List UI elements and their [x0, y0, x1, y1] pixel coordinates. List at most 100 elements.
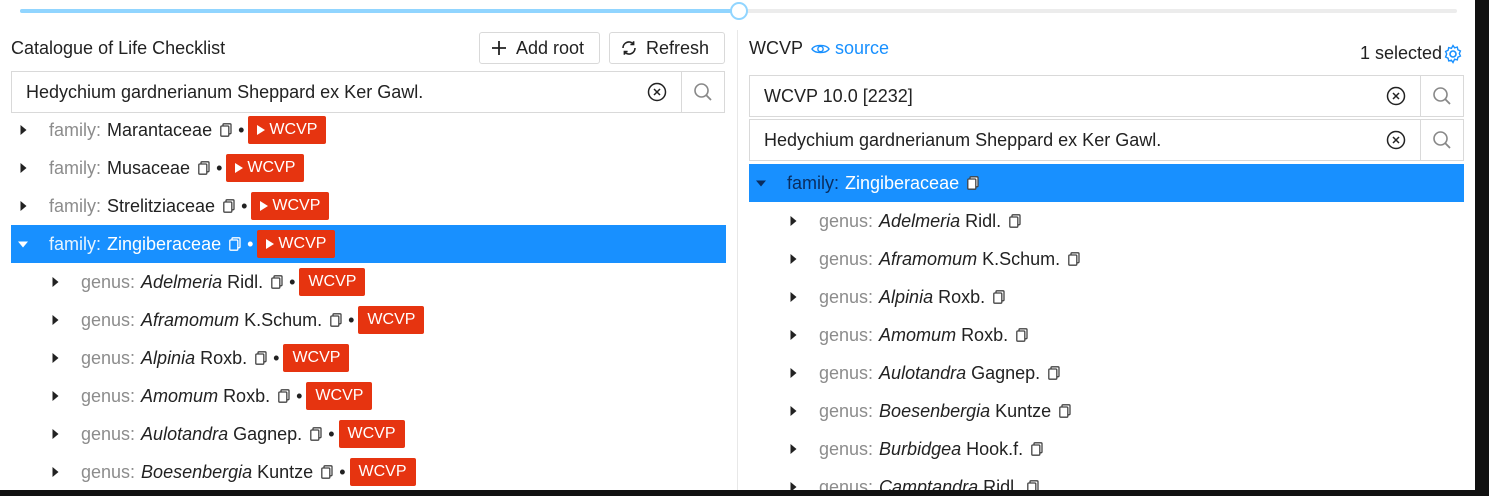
wcvp-tag[interactable]: WCVP [248, 116, 327, 144]
copy-icon[interactable] [271, 275, 283, 289]
wcvp-tag[interactable]: WCVP [283, 344, 350, 372]
plus-icon [492, 41, 506, 55]
copy-icon[interactable] [1059, 404, 1071, 418]
copy-icon[interactable] [330, 313, 342, 327]
left-search-input[interactable]: Hedychium gardnerianum Sheppard ex Ker G… [12, 72, 681, 112]
tree-row[interactable]: genus: Aframomum K.Schum. • WCVP [11, 301, 726, 339]
wcvp-tag[interactable]: WCVP [306, 382, 373, 410]
caret-right-icon[interactable] [49, 466, 61, 478]
copy-icon[interactable] [993, 290, 1005, 304]
tree-row[interactable]: family: Zingiberaceae • WCVP [11, 225, 726, 263]
play-icon [235, 163, 244, 173]
tree-row[interactable]: genus: Alpinia Roxb. • WCVP [11, 339, 726, 377]
caret-right-icon[interactable] [49, 352, 61, 364]
tree-row[interactable]: family: Marantaceae • WCVP [11, 111, 726, 149]
source-link[interactable]: source [811, 38, 889, 59]
separator-dot: • [238, 119, 245, 140]
split-slider[interactable] [20, 2, 1457, 20]
caret-right-icon[interactable] [17, 124, 29, 136]
slider-handle[interactable] [729, 2, 748, 20]
clear-icon[interactable] [1386, 86, 1406, 106]
taxon-author: Roxb. [223, 385, 271, 406]
copy-icon[interactable] [255, 351, 267, 365]
caret-right-icon[interactable] [787, 329, 799, 341]
separator-dot: • [247, 233, 254, 254]
right-search-button[interactable] [1420, 120, 1463, 160]
taxon-name: Amomum [879, 324, 957, 345]
copy-icon[interactable] [1009, 214, 1021, 228]
tree-row[interactable]: genus: Boesenbergia Kuntze [749, 392, 1464, 430]
tree-row[interactable]: genus: Aframomum K.Schum. [749, 240, 1464, 278]
caret-right-icon[interactable] [787, 291, 799, 303]
play-icon [260, 201, 269, 211]
copy-icon[interactable] [1048, 366, 1060, 380]
caret-down-icon[interactable] [755, 177, 767, 189]
tree-row[interactable]: genus: Alpinia Roxb. [749, 278, 1464, 316]
tree-row[interactable]: genus: Aulotandra Gagnep. • WCVP [11, 415, 726, 453]
copy-icon[interactable] [198, 161, 210, 175]
gear-icon[interactable] [1443, 44, 1463, 64]
play-icon [257, 125, 266, 135]
caret-right-icon[interactable] [49, 428, 61, 440]
tree-row[interactable]: genus: Aulotandra Gagnep. [749, 354, 1464, 392]
caret-right-icon[interactable] [17, 162, 29, 174]
refresh-button[interactable]: Refresh [609, 32, 725, 64]
copy-icon[interactable] [310, 427, 322, 441]
copy-icon[interactable] [967, 176, 979, 190]
taxon-name: Zingiberaceae [845, 172, 960, 193]
wcvp-tag[interactable]: WCVP [338, 420, 405, 448]
dataset-input[interactable]: WCVP 10.0 [2232] [750, 76, 1420, 116]
caret-right-icon[interactable] [787, 443, 799, 455]
rank-label: genus: [81, 309, 136, 330]
copy-icon[interactable] [321, 465, 333, 479]
left-tree: family: Marantaceae • WCVP family: Musaceae • W… [11, 111, 726, 496]
wcvp-tag[interactable]: WCVP [257, 230, 336, 258]
dataset-search-button[interactable] [1420, 76, 1463, 116]
add-root-button[interactable]: Add root [479, 32, 600, 64]
tree-row[interactable]: family: Strelitziaceae • WCVP [11, 187, 726, 225]
tree-row[interactable]: genus: Amomum Roxb. • WCVP [11, 377, 726, 415]
wcvp-tag[interactable]: WCVP [251, 192, 330, 220]
taxon-name: Strelitziaceae [107, 195, 216, 216]
caret-right-icon[interactable] [49, 276, 61, 288]
caret-down-icon[interactable] [17, 238, 29, 250]
right-search-box: Hedychium gardnerianum Sheppard ex Ker G… [749, 119, 1464, 161]
caret-right-icon[interactable] [17, 200, 29, 212]
dataset-select-box: WCVP 10.0 [2232] [749, 75, 1464, 117]
caret-right-icon[interactable] [49, 390, 61, 402]
wcvp-tag[interactable]: WCVP [226, 154, 305, 182]
copy-icon[interactable] [1016, 328, 1028, 342]
clear-icon[interactable] [647, 82, 667, 102]
clear-icon[interactable] [1386, 130, 1406, 150]
caret-right-icon[interactable] [787, 367, 799, 379]
tree-row[interactable]: genus: Burbidgea Hook.f. [749, 430, 1464, 468]
caret-right-icon[interactable] [787, 215, 799, 227]
taxon-author: Kuntze [995, 400, 1052, 421]
eye-icon [811, 44, 830, 53]
caret-right-icon[interactable] [49, 314, 61, 326]
wcvp-tag[interactable]: WCVP [299, 268, 366, 296]
copy-icon[interactable] [1068, 252, 1080, 266]
caret-right-icon[interactable] [787, 253, 799, 265]
tree-row[interactable]: genus: Boesenbergia Kuntze • WCVP [11, 453, 726, 491]
wcvp-tag[interactable]: WCVP [349, 458, 416, 486]
left-search-button[interactable] [681, 72, 724, 112]
window-edge-bottom [0, 490, 1489, 496]
tree-row[interactable]: genus: Adelmeria Ridl. [749, 202, 1464, 240]
rank-label: genus: [81, 347, 136, 368]
right-tree: family: Zingiberaceae genus: Adelmeria Ridl.… [749, 164, 1464, 496]
wcvp-tag[interactable]: WCVP [358, 306, 425, 334]
copy-icon[interactable] [229, 237, 241, 251]
right-search-input[interactable]: Hedychium gardnerianum Sheppard ex Ker G… [750, 120, 1420, 160]
copy-icon[interactable] [220, 123, 232, 137]
copy-icon[interactable] [1031, 442, 1043, 456]
caret-right-icon[interactable] [787, 405, 799, 417]
tree-row[interactable]: genus: Amomum Roxb. [749, 316, 1464, 354]
taxon-name: Musaceae [107, 157, 191, 178]
tree-row[interactable]: family: Musaceae • WCVP [11, 149, 726, 187]
copy-icon[interactable] [278, 389, 290, 403]
tree-row[interactable]: family: Zingiberaceae [749, 164, 1464, 202]
copy-icon[interactable] [223, 199, 235, 213]
taxon-name: Aframomum [879, 248, 978, 269]
tree-row[interactable]: genus: Adelmeria Ridl. • WCVP [11, 263, 726, 301]
